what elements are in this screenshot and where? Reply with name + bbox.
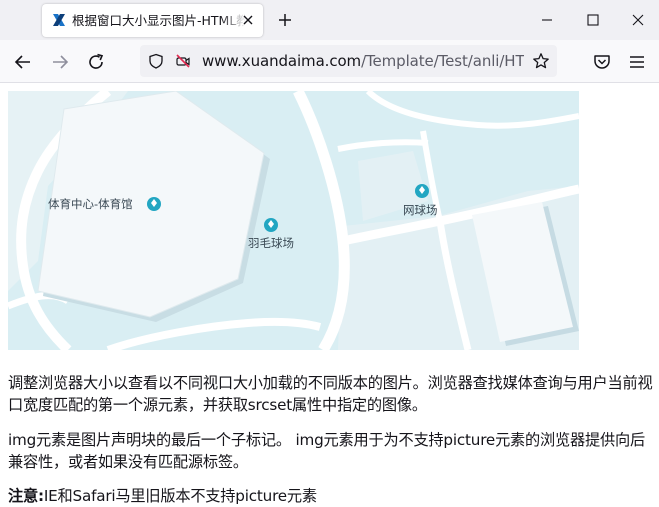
reload-icon[interactable] xyxy=(86,52,106,72)
tab-active[interactable]: 根据窗口大小显示图片-HTML教程 xyxy=(42,4,263,37)
page-content: 体育中心-体育馆 羽毛球场 网球场 调整浏览器大小以查看以不同视口大小加载的不同… xyxy=(0,83,659,505)
note-label: 注意: xyxy=(8,487,44,505)
nav-bar: www.xuandaima.com/Template/Test/anli/HTM… xyxy=(0,40,659,83)
shield-icon[interactable] xyxy=(148,53,164,69)
note-text: IE和Safari马里旧版本不支持picture元素 xyxy=(43,487,317,505)
back-arrow-icon[interactable] xyxy=(13,52,33,72)
close-window-icon[interactable] xyxy=(629,11,647,29)
map-label-sports-center: 体育中心-体育馆 xyxy=(48,197,133,211)
tab-title: 根据窗口大小显示图片-HTML教程 xyxy=(72,13,246,28)
map-pin-icon xyxy=(147,197,161,211)
minimize-icon[interactable] xyxy=(538,11,556,29)
paragraph-img-element: img元素是图片声明块的最后一个子标记。 img元素用于为不支持picture元… xyxy=(8,431,645,471)
map-image: 体育中心-体育馆 羽毛球场 网球场 xyxy=(8,91,579,350)
map-pin-icon xyxy=(415,184,429,198)
tab-strip: 根据窗口大小显示图片-HTML教程 xyxy=(0,0,659,40)
paragraph-note: 注意:IE和Safari马里旧版本不支持picture元素 xyxy=(8,485,656,507)
map-pin-icon xyxy=(264,218,278,232)
star-icon[interactable] xyxy=(532,52,550,70)
paragraph-intro: 调整浏览器大小以查看以不同视口大小加载的不同版本的图片。浏览器查找媒体查询与用户… xyxy=(8,374,653,414)
url-host: www.xuandaima.com xyxy=(202,53,362,70)
url-text[interactable]: www.xuandaima.com/Template/Test/anli/HTM… xyxy=(202,53,524,70)
pocket-icon[interactable] xyxy=(592,52,612,72)
xuandaima-logo-icon xyxy=(53,14,65,26)
url-path: /Template/Test/anli/HTML_s xyxy=(361,53,524,70)
close-icon[interactable] xyxy=(240,12,256,28)
map-label-tennis: 网球场 xyxy=(403,203,438,217)
url-bar[interactable]: www.xuandaima.com/Template/Test/anli/HTM… xyxy=(140,45,557,77)
menu-icon[interactable] xyxy=(627,52,647,72)
map-label-badminton: 羽毛球场 xyxy=(248,236,294,250)
plus-icon[interactable] xyxy=(276,11,294,29)
camera-blocked-icon[interactable] xyxy=(175,53,191,69)
maximize-icon[interactable] xyxy=(584,11,602,29)
forward-arrow-icon[interactable] xyxy=(50,52,70,72)
